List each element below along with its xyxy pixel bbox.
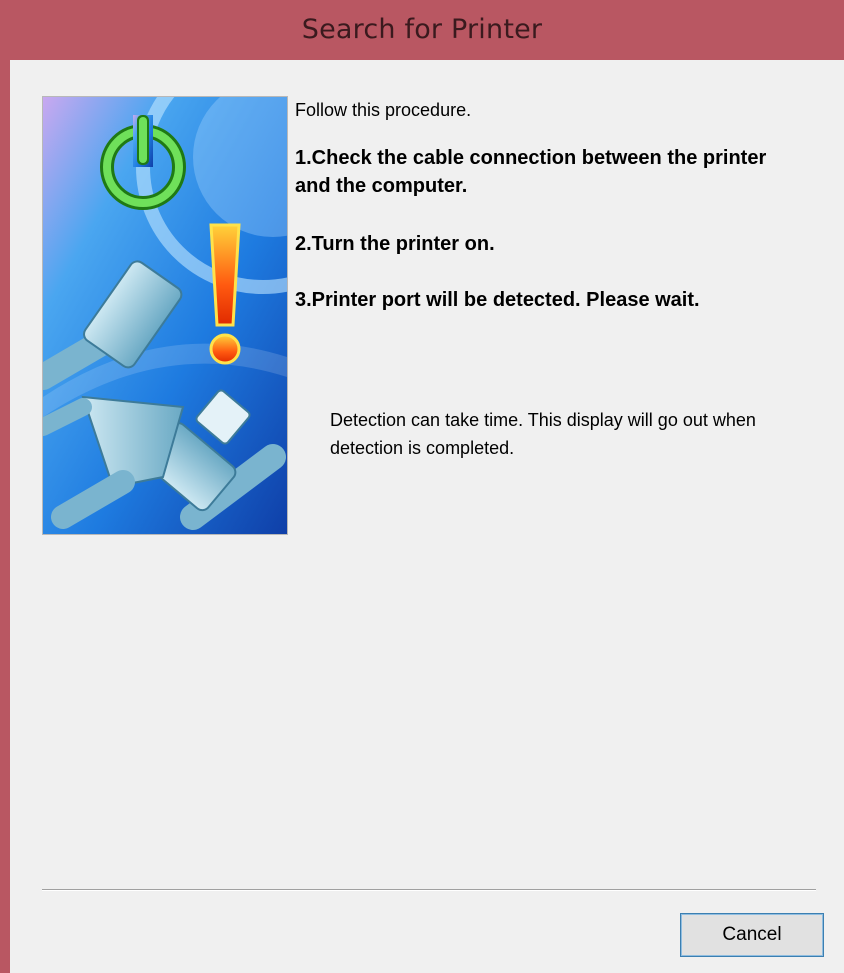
title-bar[interactable]: Search for Printer — [0, 0, 844, 60]
footer-divider — [42, 889, 816, 891]
detection-note: Detection can take time. This display wi… — [330, 410, 756, 458]
dialog-body: Follow this procedure. 1.Check the cable… — [10, 60, 844, 973]
cancel-button[interactable]: Cancel — [680, 913, 824, 957]
window-title: Search for Printer — [301, 13, 543, 45]
step-2: 2.Turn the printer on. — [295, 233, 495, 255]
step-1: 1.Check the cable connection between the… — [295, 147, 767, 197]
step-3: 3.Printer port will be detected. Please … — [295, 289, 700, 311]
dialog-window: Search for Printer Follow this procedure… — [0, 0, 844, 973]
intro-text: Follow this procedure. — [295, 100, 472, 120]
exclamation-icon — [209, 223, 241, 365]
printer-connection-illustration — [42, 96, 288, 535]
